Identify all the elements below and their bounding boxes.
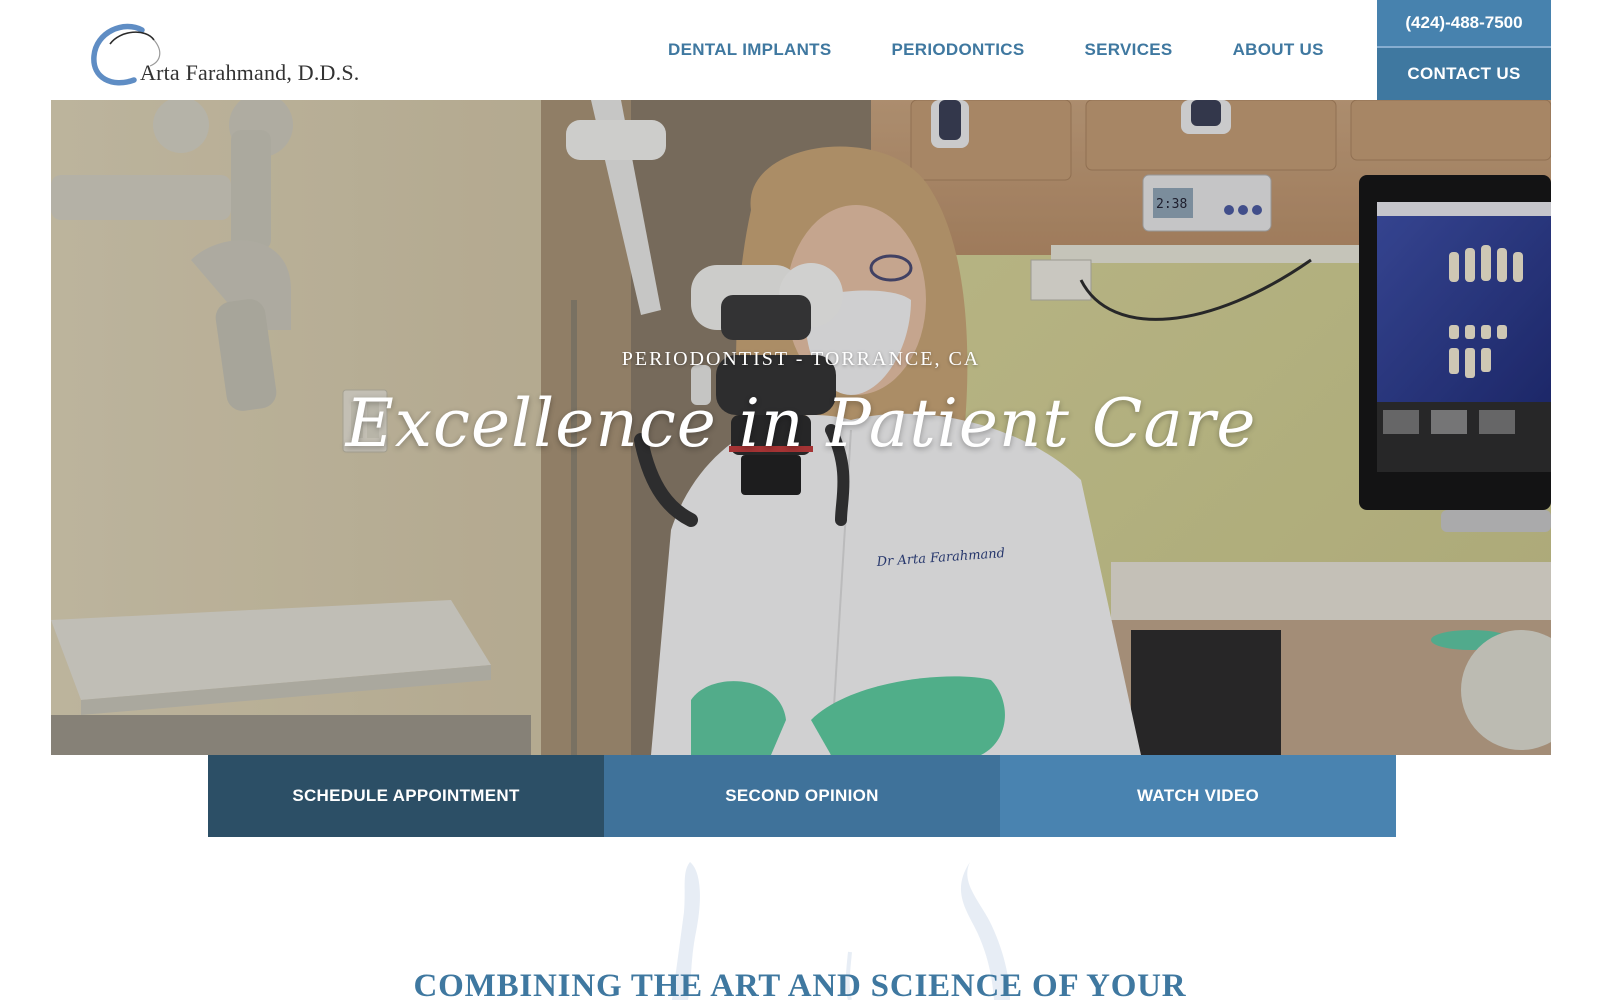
phone-button[interactable]: (424)-488-7500 xyxy=(1377,0,1551,48)
hero-action-bar: SCHEDULE APPOINTMENT SECOND OPINION WATC… xyxy=(208,755,1396,837)
second-opinion-button[interactable]: SECOND OPINION xyxy=(604,755,1000,837)
hero-title: Excellence in Patient Care xyxy=(345,385,1257,462)
nav-about-us[interactable]: ABOUT US xyxy=(1233,40,1324,60)
hero-banner: 2:38 Dr Arta Farahmand PERIODONTIST - TO… xyxy=(51,100,1551,755)
header-cta: (424)-488-7500 CONTACT US xyxy=(1377,0,1551,100)
watch-video-button[interactable]: WATCH VIDEO xyxy=(1000,755,1396,837)
section-heading: COMBINING THE ART AND SCIENCE OF YOUR xyxy=(413,968,1187,1000)
hero-subtitle: PERIODONTIST - TORRANCE, CA xyxy=(621,348,981,370)
logo-text: Arta Farahmand, D.D.S. xyxy=(140,60,360,85)
schedule-appointment-button[interactable]: SCHEDULE APPOINTMENT xyxy=(208,755,604,837)
site-header: Arta Farahmand, D.D.S. DENTAL IMPLANTS P… xyxy=(0,0,1600,100)
nav-periodontics[interactable]: PERIODONTICS xyxy=(891,40,1024,60)
nav-services[interactable]: SERVICES xyxy=(1085,40,1173,60)
contact-us-button[interactable]: CONTACT US xyxy=(1377,48,1551,100)
site-logo[interactable]: Arta Farahmand, D.D.S. xyxy=(90,22,390,88)
main-nav: DENTAL IMPLANTS PERIODONTICS SERVICES AB… xyxy=(668,0,1324,100)
nav-dental-implants[interactable]: DENTAL IMPLANTS xyxy=(668,40,831,60)
hero-text: PERIODONTIST - TORRANCE, CA Excellence i… xyxy=(51,348,1551,462)
page: Arta Farahmand, D.D.S. DENTAL IMPLANTS P… xyxy=(0,0,1600,1000)
